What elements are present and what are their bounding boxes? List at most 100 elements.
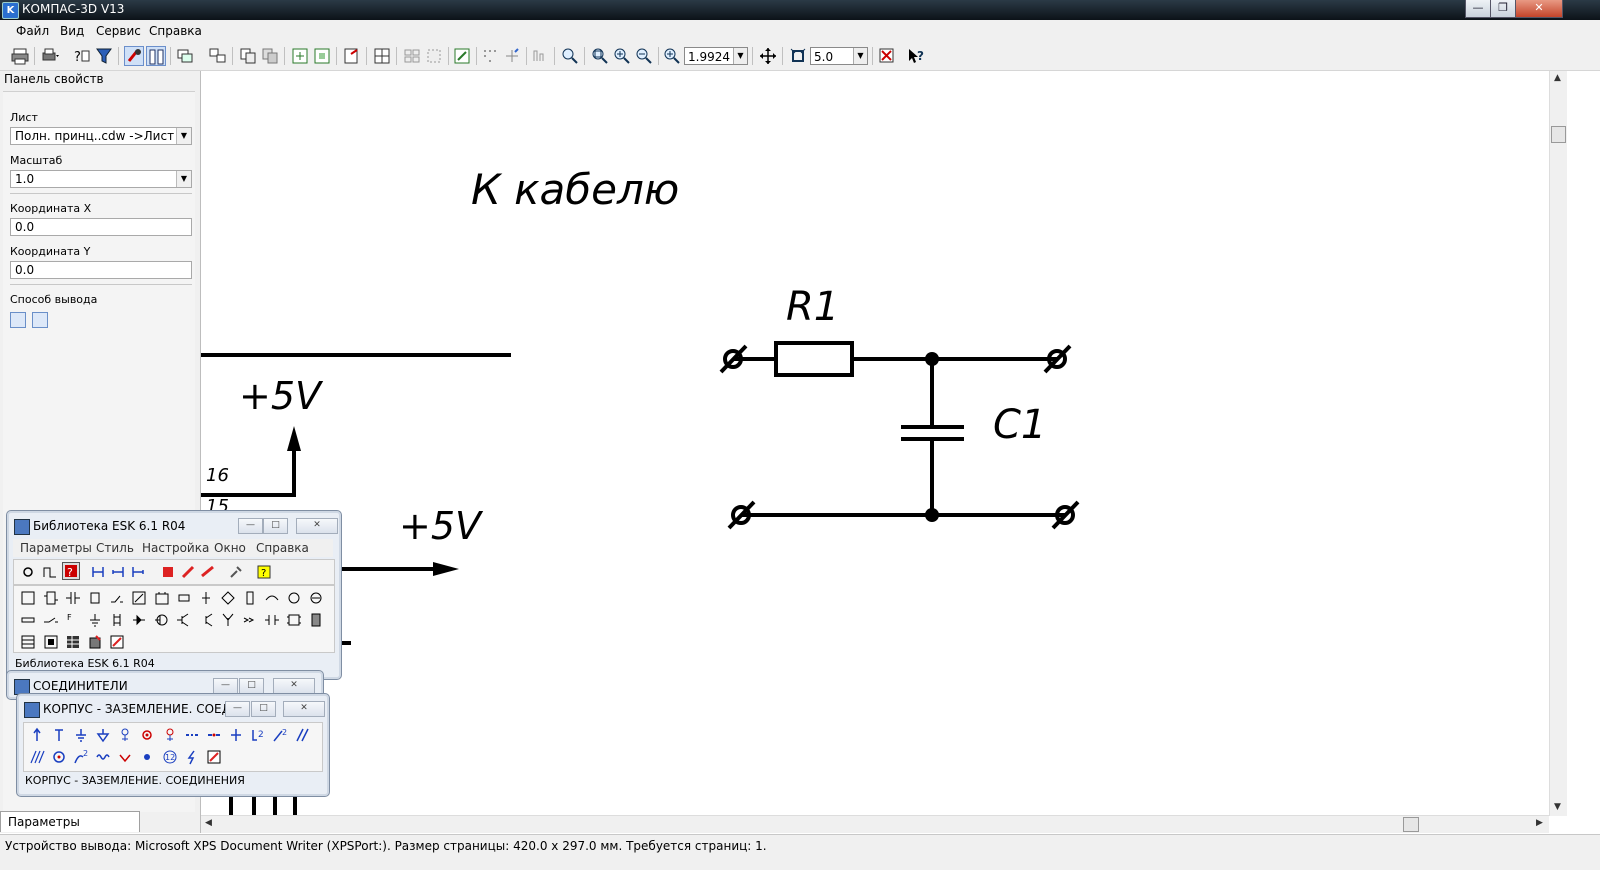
align-icon[interactable] — [530, 46, 550, 66]
bracket-2-icon[interactable]: 2 — [250, 727, 266, 743]
close-button[interactable]: ✕ — [1515, 0, 1563, 18]
menu-file[interactable]: Файл — [16, 24, 49, 38]
fit-all-icon[interactable] — [312, 46, 332, 66]
export-tool-icon[interactable] — [206, 749, 222, 765]
views-icon[interactable] — [208, 46, 228, 66]
coord-x-field[interactable]: 0.0 — [10, 218, 192, 236]
ground-blue-icon[interactable] — [73, 727, 89, 743]
diamond-icon[interactable] — [220, 590, 236, 606]
lamp-icon[interactable] — [286, 590, 302, 606]
minimize-button[interactable]: — — [225, 701, 250, 717]
preview-close-icon[interactable] — [877, 46, 897, 66]
menu-service[interactable]: Сервис — [96, 24, 141, 38]
filter-icon[interactable] — [94, 46, 114, 66]
check-icon[interactable] — [117, 749, 133, 765]
tab-view-parameters[interactable]: Параметры просмотра — [0, 811, 140, 849]
tool-icon[interactable] — [228, 564, 244, 580]
step-combo[interactable]: 5.0 ▼ — [810, 47, 868, 65]
library-menu-help[interactable]: Справка — [256, 541, 309, 555]
coord-y-field[interactable]: 0.0 — [10, 261, 192, 279]
maximize-button[interactable]: □ — [263, 518, 288, 534]
sheet-select[interactable]: Полн. принц..cdw ->Лист 1 ▼ — [10, 127, 192, 145]
terminal-block-icon[interactable] — [154, 590, 170, 606]
vertical-scrollbar[interactable]: ▲ ▼ — [1549, 71, 1567, 816]
relay-icon[interactable] — [87, 590, 103, 606]
transformer-icon[interactable] — [131, 590, 147, 606]
align-h3-icon[interactable] — [130, 564, 146, 580]
refresh-icon[interactable] — [342, 46, 362, 66]
align-h2-icon[interactable] — [110, 564, 126, 580]
pan-icon[interactable] — [758, 46, 778, 66]
copy-properties-icon[interactable] — [238, 46, 258, 66]
minimize-button[interactable]: — — [1465, 0, 1491, 18]
dash-2-icon[interactable] — [206, 727, 222, 743]
slash-2-icon[interactable]: 2 — [272, 727, 288, 743]
crystal-icon[interactable] — [264, 612, 280, 628]
library-menu-params[interactable]: Параметры — [20, 541, 92, 555]
arrow-pair-icon[interactable] — [242, 612, 258, 628]
output-mode-full-icon[interactable] — [10, 312, 26, 328]
red-pencil-icon[interactable] — [200, 564, 216, 580]
print-icon[interactable] — [10, 46, 30, 66]
layers-icon[interactable] — [176, 46, 196, 66]
library-menu-settings[interactable]: Настройка — [142, 541, 209, 555]
power-bar-icon[interactable] — [51, 727, 67, 743]
scale-select[interactable]: 1.0 ▼ — [10, 170, 192, 188]
contact-icon[interactable] — [198, 590, 214, 606]
help-yellow-icon[interactable]: ? — [256, 564, 272, 580]
export-tool-icon[interactable] — [109, 634, 125, 650]
maximize-button[interactable]: ❐ — [1490, 0, 1516, 18]
menu-help[interactable]: Справка — [149, 24, 202, 38]
fit-sheet-icon[interactable] — [290, 46, 310, 66]
zoom-combo[interactable]: 1.9924 ▼ — [684, 47, 748, 65]
fuse-2-icon[interactable] — [20, 612, 36, 628]
close-button[interactable]: ✕ — [296, 518, 338, 534]
curve-2-icon[interactable]: 2 — [73, 749, 89, 765]
coil-icon[interactable] — [109, 612, 125, 628]
help-cursor-icon[interactable]: ? — [72, 46, 92, 66]
ground-circle-icon[interactable] — [117, 727, 133, 743]
arrow-up-power-icon[interactable] — [29, 727, 45, 743]
close-button[interactable]: ✕ — [273, 678, 315, 694]
dash-icon[interactable] — [184, 727, 200, 743]
scroll-thumb[interactable] — [1403, 817, 1419, 832]
horizontal-scrollbar[interactable]: ◀ ▶ — [201, 815, 1549, 833]
arrange-icon[interactable] — [402, 46, 422, 66]
chevron-down-icon[interactable]: ▼ — [176, 128, 191, 144]
paste-properties-icon[interactable] — [260, 46, 280, 66]
motor-icon[interactable] — [308, 590, 324, 606]
connector-icon[interactable] — [43, 590, 59, 606]
wave-icon[interactable] — [95, 749, 111, 765]
block-icon[interactable] — [20, 590, 36, 606]
chevron-down-icon[interactable]: ▼ — [853, 48, 867, 64]
fuse-icon[interactable] — [242, 590, 258, 606]
transistor-icon[interactable] — [154, 612, 170, 628]
diode-icon[interactable] — [131, 612, 147, 628]
transistor-3-icon[interactable] — [198, 612, 214, 628]
target-icon[interactable] — [51, 749, 67, 765]
help-book-icon[interactable]: ? — [62, 562, 80, 580]
minimize-button[interactable]: — — [213, 678, 238, 694]
scatter-icon[interactable] — [502, 46, 522, 66]
scroll-thumb[interactable] — [1551, 126, 1566, 143]
align-h-icon[interactable] — [90, 564, 106, 580]
print-options-icon[interactable] — [40, 46, 60, 66]
close-button[interactable]: ✕ — [283, 701, 325, 717]
circle-dot-icon[interactable] — [139, 727, 155, 743]
drawing-canvas[interactable]: К кабелю +5V +5V 16 15 R1 C1 — [201, 71, 1549, 816]
triple-slash-icon[interactable] — [29, 749, 45, 765]
cursor-step-icon[interactable] — [788, 46, 808, 66]
red-pen-icon[interactable] — [180, 564, 196, 580]
antenna-icon[interactable] — [220, 612, 236, 628]
resistor-icon[interactable] — [176, 590, 192, 606]
cross-icon[interactable] — [228, 727, 244, 743]
export-icon[interactable] — [452, 46, 472, 66]
settings-icon[interactable] — [20, 564, 36, 580]
switch-2-icon[interactable] — [43, 612, 59, 628]
arc-icon[interactable] — [264, 590, 280, 606]
library-menu-window[interactable]: Окно — [214, 541, 246, 555]
report-icon[interactable] — [87, 634, 103, 650]
zoom-in-icon[interactable] — [612, 46, 632, 66]
double-slash-icon[interactable] — [294, 727, 310, 743]
capacitor-icon[interactable] — [65, 590, 81, 606]
